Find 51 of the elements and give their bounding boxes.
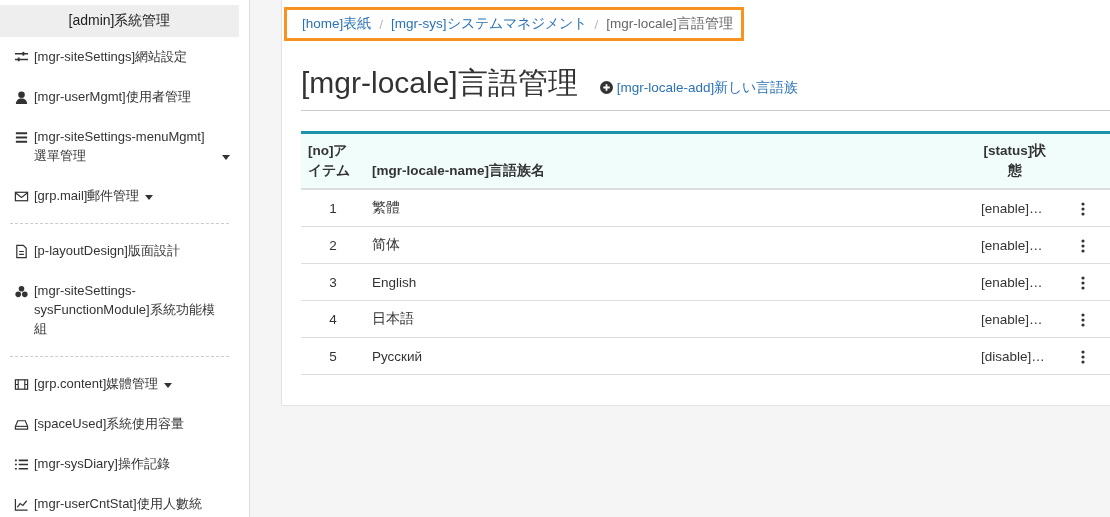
breadcrumb-separator: /: [593, 16, 600, 32]
table-cell: [enable]…: [974, 263, 1056, 301]
sidebar-item[interactable]: [mgr-userMgmt]使用者管理: [34, 87, 191, 106]
table-cell: English: [365, 263, 974, 301]
sidebar-item[interactable]: [mgr-siteSettings]網站設定: [34, 47, 188, 66]
current-page-text: [mgr-locale]言語管理: [606, 15, 733, 33]
document-icon: [14, 244, 29, 259]
table-cell: [enable]…: [974, 226, 1056, 264]
drive-icon: [14, 417, 29, 432]
film-icon: [14, 377, 29, 392]
cubes-icon: [14, 284, 29, 299]
sidebar-item[interactable]: [grp.mail]郵件管理: [34, 186, 140, 205]
table-cell: 4: [301, 300, 365, 338]
add-locale-link[interactable]: [mgr-locale-add]新しい言語族: [599, 78, 799, 97]
sidebar-item[interactable]: [mgr-userCntStat]使用人數統: [34, 494, 202, 513]
table-cell: [enable]…: [974, 300, 1056, 338]
table-cell: 1: [301, 189, 365, 227]
sidebar-item[interactable]: [mgr-siteSettings-menuMgmt]選單管理: [34, 127, 216, 165]
envelope-icon: [14, 189, 29, 204]
breadcrumb-separator: /: [378, 16, 385, 32]
page-title: [mgr-locale]言語管理: [301, 65, 578, 101]
table-cell: [disable]…: [974, 337, 1056, 375]
list-icon: [14, 457, 29, 472]
breadcrumb-link[interactable]: [mgr-sys]システムマネジメント: [391, 15, 587, 33]
column-header: [status]状態: [974, 132, 1056, 189]
table-cell: 日本語: [365, 300, 974, 338]
sidebar-item[interactable]: [grp.content]媒體管理: [34, 374, 159, 393]
more-options-icon[interactable]: [1081, 312, 1085, 327]
table-cell: 2: [301, 226, 365, 264]
more-options-icon[interactable]: [1081, 349, 1085, 364]
more-options-icon[interactable]: [1081, 275, 1085, 290]
more-options-icon[interactable]: [1081, 238, 1085, 253]
user-icon: [14, 90, 29, 105]
line-chart-icon: [14, 497, 29, 512]
breadcrumb-link[interactable]: [home]表紙: [302, 15, 372, 33]
menu-icon: [14, 130, 29, 145]
sidebar-item[interactable]: [mgr-sysDiary]操作記錄: [34, 454, 170, 473]
more-options-icon[interactable]: [1081, 201, 1085, 216]
table-cell: [enable]…: [974, 189, 1056, 227]
column-header: [no]アイテム: [301, 132, 365, 189]
plus-circle-icon: [599, 81, 613, 94]
table-cell: 简体: [365, 226, 974, 264]
column-header: [mgr-locale-name]言語族名: [365, 132, 974, 189]
sidebar-item[interactable]: [mgr-siteSettings-sysFunctionModule]系統功能模組: [34, 281, 216, 338]
table-cell: Русский: [365, 337, 974, 375]
table-cell: 繁體: [365, 189, 974, 227]
table-cell: 3: [301, 263, 365, 301]
sidebar-item[interactable]: [p-layoutDesign]版面設計: [34, 241, 180, 260]
sidebar-item[interactable]: [spaceUsed]系統使用容量: [34, 414, 185, 433]
table-cell: 5: [301, 337, 365, 375]
sidebar-header: [admin]系統管理: [0, 5, 239, 37]
